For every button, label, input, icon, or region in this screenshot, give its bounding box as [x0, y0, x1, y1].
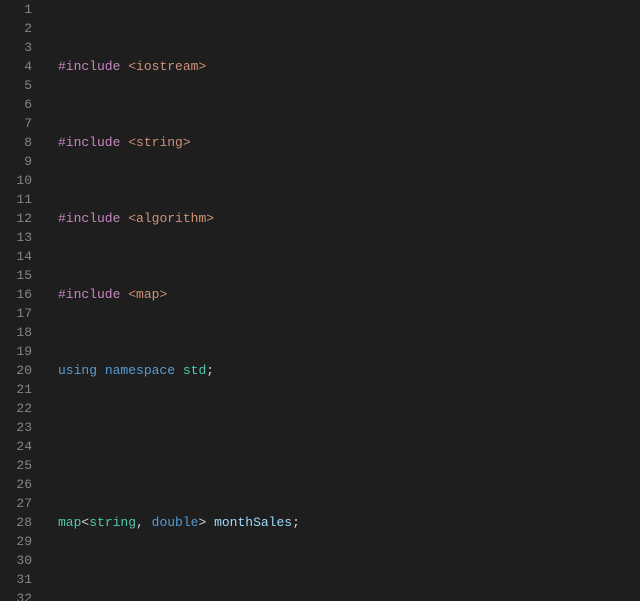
preprocessor-token: #include: [58, 211, 120, 226]
type-token: map: [58, 515, 81, 530]
line-number: 14: [0, 247, 32, 266]
line-number: 23: [0, 418, 32, 437]
line-number: 31: [0, 570, 32, 589]
line-number: 19: [0, 342, 32, 361]
line-number: 8: [0, 133, 32, 152]
line-number: 22: [0, 399, 32, 418]
line-number: 11: [0, 190, 32, 209]
line-number: 5: [0, 76, 32, 95]
namespace-token: std: [183, 363, 206, 378]
code-line: #include <string>: [58, 133, 640, 152]
line-number: 1: [0, 0, 32, 19]
keyword-token: double: [152, 515, 199, 530]
code-line: using namespace std;: [58, 361, 640, 380]
line-number: 28: [0, 513, 32, 532]
line-number: 9: [0, 152, 32, 171]
line-number: 4: [0, 57, 32, 76]
line-number: 27: [0, 494, 32, 513]
code-line: #include <map>: [58, 285, 640, 304]
code-editor[interactable]: 1234567891011121314151617181920212223242…: [0, 0, 640, 601]
line-number: 24: [0, 437, 32, 456]
preprocessor-token: #include: [58, 135, 120, 150]
line-number: 13: [0, 228, 32, 247]
line-number: 10: [0, 171, 32, 190]
code-line: [58, 437, 640, 456]
line-number: 12: [0, 209, 32, 228]
line-number: 32: [0, 589, 32, 601]
code-line: [58, 589, 640, 601]
type-token: string: [89, 515, 136, 530]
keyword-token: namespace: [105, 363, 175, 378]
preprocessor-token: #include: [58, 287, 120, 302]
line-number: 18: [0, 323, 32, 342]
line-number: 15: [0, 266, 32, 285]
line-number: 29: [0, 532, 32, 551]
keyword-token: using: [58, 363, 97, 378]
variable-token: monthSales: [214, 515, 292, 530]
code-line: #include <iostream>: [58, 57, 640, 76]
line-number: 20: [0, 361, 32, 380]
line-number: 7: [0, 114, 32, 133]
include-path-token: <string>: [128, 135, 190, 150]
code-line: #include <algorithm>: [58, 209, 640, 228]
include-path-token: <iostream>: [128, 59, 206, 74]
code-area[interactable]: #include <iostream> #include <string> #i…: [46, 0, 640, 601]
line-number: 17: [0, 304, 32, 323]
preprocessor-token: #include: [58, 59, 120, 74]
line-number: 25: [0, 456, 32, 475]
include-path-token: <map>: [128, 287, 167, 302]
line-number: 26: [0, 475, 32, 494]
line-number: 21: [0, 380, 32, 399]
code-line: map<string, double> monthSales;: [58, 513, 640, 532]
line-number: 16: [0, 285, 32, 304]
line-number: 30: [0, 551, 32, 570]
line-number: 3: [0, 38, 32, 57]
line-number: 6: [0, 95, 32, 114]
line-number-gutter: 1234567891011121314151617181920212223242…: [0, 0, 46, 601]
include-path-token: <algorithm>: [128, 211, 214, 226]
line-number: 2: [0, 19, 32, 38]
